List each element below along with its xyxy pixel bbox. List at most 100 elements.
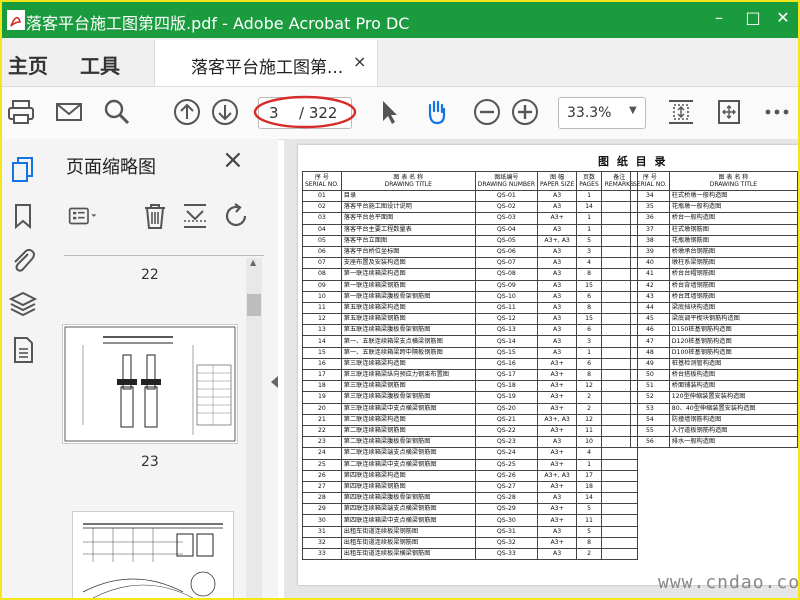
thumbnail-drawing xyxy=(64,326,236,442)
scrollbar-thumb[interactable] xyxy=(247,294,261,316)
serial-cell: 51 xyxy=(630,380,670,393)
page-thumbnails-icon[interactable] xyxy=(8,155,38,185)
pages-cell: 4 xyxy=(576,257,602,270)
drawing-number-cell: QS-20 xyxy=(474,402,538,415)
hand-tool-icon[interactable] xyxy=(422,97,452,127)
header-label: 图纸编号 xyxy=(494,174,519,181)
extract-page-icon[interactable] xyxy=(180,201,210,231)
pages-cell: 1 xyxy=(576,212,602,225)
paper-size-cell: A3 xyxy=(536,335,578,348)
full-screen-icon[interactable] xyxy=(714,97,744,127)
bookmarks-icon[interactable] xyxy=(8,201,38,231)
drawing-title-cell: 第二联连续箱梁钢筋图 xyxy=(340,424,476,438)
drawing-title-cell: 第三联连续箱梁纵向预应力钢束布置图 xyxy=(340,368,476,382)
table-row: 50 桥台搭板构造图 xyxy=(630,368,798,382)
serial-cell: 52 xyxy=(630,391,670,404)
thumbnail-options-icon[interactable] xyxy=(68,201,98,231)
pages-cell: 11 xyxy=(576,514,602,527)
close-window-icon[interactable]: ✕ xyxy=(772,8,794,27)
header-cell: 序 号 SERIAL NO. xyxy=(630,171,670,191)
print-icon[interactable] xyxy=(6,97,36,127)
serial-cell: 38 xyxy=(630,234,670,247)
serial-cell: 10 xyxy=(302,290,342,303)
zoom-level-select[interactable]: 33.3% ▼ xyxy=(558,97,646,129)
email-icon[interactable] xyxy=(54,97,84,127)
page-thumbnail[interactable] xyxy=(62,324,238,444)
table-row: 46 D150桩基钢筋构造图 xyxy=(630,324,798,337)
paper-size-cell: A3 xyxy=(536,301,578,315)
paper-size-cell: A3 xyxy=(536,245,578,259)
zoom-out-icon[interactable] xyxy=(472,97,502,127)
serial-cell: 48 xyxy=(630,346,670,359)
drawing-title-cell: 第五联连续箱梁腹板骨架钢筋图 xyxy=(340,324,476,337)
attachments-icon[interactable] xyxy=(8,245,38,275)
drawing-title-cell: 落客平台立面图 xyxy=(340,234,476,247)
drawing-title-cell: 落客平台主要工程数量表 xyxy=(340,223,476,236)
pages-cell: 17 xyxy=(576,469,602,482)
drawing-number-cell: QS-04 xyxy=(474,223,538,236)
table-row: 15 第一、五联连续箱梁跨中隔板钢筋图 QS-15 A3 1 xyxy=(302,346,638,359)
thumbnail-scrollbar[interactable]: ▲ xyxy=(246,258,262,598)
drawing-title-cell: 第三联连续箱梁钢筋图 xyxy=(340,380,476,393)
drawing-number-cell: QS-18 xyxy=(474,380,538,393)
drawing-number-cell: QS-30 xyxy=(474,514,538,527)
paper-size-cell: A3+ xyxy=(536,380,578,393)
table-row: 05 落客平台立面图 QS-05 A3+, A3 5 xyxy=(302,234,638,247)
layers-icon[interactable] xyxy=(8,289,38,319)
document-icon[interactable] xyxy=(8,335,38,365)
nav-home[interactable]: 主页 xyxy=(8,50,48,79)
pages-cell: 6 xyxy=(576,357,602,371)
serial-cell: 46 xyxy=(630,324,670,337)
minimize-icon[interactable]: – xyxy=(708,8,730,27)
drawing-title-cell: 桥墩承台钢筋图 xyxy=(668,245,798,259)
delete-page-icon[interactable] xyxy=(140,201,170,231)
drawing-title-cell: 目录 xyxy=(340,189,476,203)
close-panel-icon[interactable]: × xyxy=(222,145,244,175)
drawing-number-cell: QS-23 xyxy=(474,436,538,449)
thumbnail-page-number: 22 xyxy=(141,267,159,283)
pages-cell: 8 xyxy=(576,536,602,550)
collapse-panel-icon[interactable] xyxy=(268,372,282,392)
table-row: 23 第二联连续箱梁腹板骨架钢筋图 QS-23 A3 10 xyxy=(302,436,638,449)
drawing-title-cell: 桥台耳墙钢筋图 xyxy=(668,290,798,303)
fit-page-icon[interactable] xyxy=(666,97,696,127)
document-tab[interactable]: 落客平台施工图第... × xyxy=(154,40,378,86)
drawing-number-cell: QS-33 xyxy=(474,547,538,561)
drawing-title-cell: 第五联连续箱梁构造图 xyxy=(340,301,476,315)
table-row: 36 桥台一般构造图 xyxy=(630,212,798,225)
zoom-in-icon[interactable] xyxy=(510,97,540,127)
table-row: 09 第一联连续箱梁钢筋图 QS-09 A3 15 xyxy=(302,279,638,292)
search-icon[interactable] xyxy=(102,97,132,127)
pages-cell: 5 xyxy=(576,503,602,516)
serial-cell: 53 xyxy=(630,402,670,415)
select-cursor-icon[interactable] xyxy=(374,97,404,127)
scroll-up-icon[interactable]: ▲ xyxy=(250,258,256,267)
header-label: 图 幅 xyxy=(550,174,565,181)
serial-cell: 29 xyxy=(302,503,342,516)
close-tab-icon[interactable]: × xyxy=(353,52,366,71)
zoom-level-value: 33.3% xyxy=(567,105,612,121)
pages-cell: 2 xyxy=(576,547,602,561)
table-row: 30 第四联连续箱梁中支点横梁钢筋图 QS-30 A3+ 11 xyxy=(302,514,638,527)
more-tools-icon[interactable] xyxy=(762,97,792,127)
previous-page-icon[interactable] xyxy=(172,97,202,127)
serial-cell: 14 xyxy=(302,335,342,348)
drawing-number-cell: QS-16 xyxy=(474,357,538,371)
header-label-en: DRAWING TITLE xyxy=(709,181,758,188)
paper-size-cell: A3 xyxy=(536,189,578,203)
remarks-cell xyxy=(600,458,638,471)
serial-cell: 07 xyxy=(302,257,342,270)
pages-cell: 1 xyxy=(576,189,602,203)
drawing-index-table-right: 序 号 SERIAL NO. 图 表 名 称 DRAWING TITLE 34 柱式桥… xyxy=(630,171,798,449)
header-label-en: DRAWING NUMBER xyxy=(477,181,535,188)
nav-tools[interactable]: 工具 xyxy=(80,50,120,79)
rotate-page-icon[interactable] xyxy=(222,201,252,231)
thumbnails-panel: 页面缩略图 × 22 23 xyxy=(46,139,278,598)
next-page-icon[interactable] xyxy=(210,97,240,127)
drawing-title-cell: 第四联连续箱梁端支点横梁钢筋图 xyxy=(340,503,476,516)
chevron-down-icon: ▼ xyxy=(629,105,637,116)
maximize-icon[interactable]: □ xyxy=(742,8,764,27)
paper-size-cell: A3+, A3 xyxy=(536,413,578,426)
page-thumbnail[interactable] xyxy=(72,511,234,598)
drawing-number-cell: QS-12 xyxy=(474,313,538,326)
